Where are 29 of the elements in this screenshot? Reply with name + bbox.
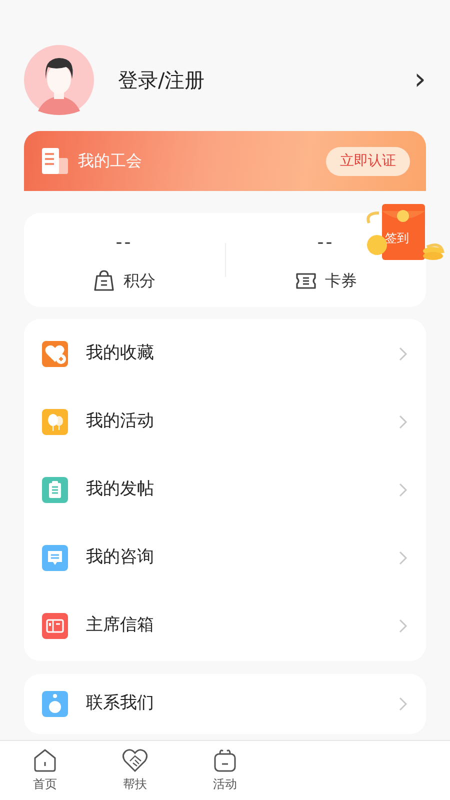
menu-item[interactable]: 我的咨询 — [24, 524, 426, 592]
chevron-icon — [398, 482, 408, 498]
ticket-icon — [294, 270, 317, 292]
chevron-icon — [398, 696, 408, 712]
banner-title: 我的工会 — [78, 150, 142, 172]
stat-label[interactable]: 卡券 — [324, 269, 357, 293]
stat-label[interactable]: 积分 — [123, 269, 156, 293]
gift-box-icon — [212, 747, 238, 773]
nav-tab[interactable]: 帮扶 — [90, 741, 180, 800]
stat-value: -- — [116, 234, 133, 252]
avatar[interactable] — [24, 44, 94, 114]
nav-tab[interactable]: 首页 — [0, 741, 90, 800]
chevron-icon — [398, 550, 408, 566]
menu-item[interactable]: 我的发帖 — [24, 456, 426, 524]
stat-value: -- — [317, 234, 334, 252]
bag-icon — [93, 270, 116, 292]
menu-item[interactable]: 主席信箱 — [24, 592, 426, 660]
menu-item[interactable]: 我的收藏 — [24, 320, 426, 388]
menu-item[interactable]: 联系我们 — [24, 674, 426, 734]
chevron-icon[interactable]: › — [414, 64, 426, 94]
chevron-icon — [398, 346, 408, 362]
login-link[interactable]: 登录/注册 — [118, 64, 205, 94]
heart-handshake-icon — [122, 747, 148, 773]
chevron-icon — [398, 414, 408, 430]
document-icon — [42, 148, 68, 174]
menu-item[interactable]: 我的活动 — [24, 388, 426, 456]
nav-tab[interactable]: 活动 — [180, 741, 270, 800]
home-icon — [32, 747, 58, 773]
chevron-icon — [398, 618, 408, 634]
